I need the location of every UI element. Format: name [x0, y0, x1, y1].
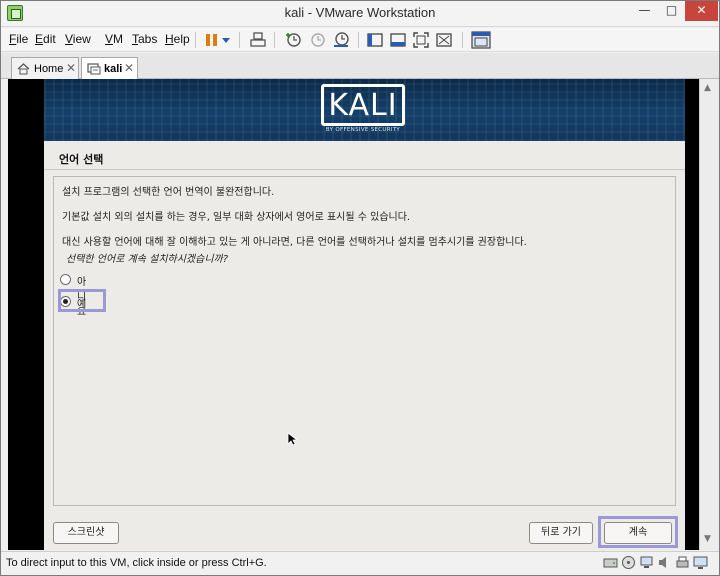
status-bar: To direct input to this VM, click inside… — [1, 551, 719, 575]
kali-logo: KALI BY OFFENSIVE SECURITY — [317, 84, 407, 136]
library-icon[interactable] — [471, 31, 491, 49]
close-button[interactable]: ✕ — [685, 1, 718, 21]
snapshot-icon[interactable] — [284, 31, 302, 49]
maximize-button[interactable]: □ — [658, 1, 685, 21]
status-text: To direct input to this VM, click inside… — [6, 557, 267, 569]
tab-kali-close-icon[interactable]: ✕ — [124, 61, 134, 75]
selection-highlight-box — [58, 289, 106, 312]
back-button[interactable]: 뒤로 가기 — [529, 522, 593, 544]
menu-file[interactable]: File — [9, 32, 28, 46]
kali-banner: KALI BY OFFENSIVE SECURITY — [44, 79, 685, 141]
display-icon[interactable] — [693, 555, 708, 570]
menu-vm[interactable]: VM — [105, 32, 123, 46]
tab-kali[interactable]: kali ✕ — [81, 57, 138, 80]
cd-drive-icon[interactable] — [621, 555, 636, 570]
tab-home-close-icon[interactable]: ✕ — [66, 61, 76, 75]
info-line-2: 기본값 설치 외의 설치를 하는 경우, 일부 대화 상자에서 영어로 표시될 … — [62, 212, 411, 223]
minimize-button[interactable]: — — [631, 1, 658, 21]
menu-toolbar: File Edit View VM Tabs Help — [1, 28, 719, 52]
unity-icon[interactable] — [389, 31, 407, 49]
snapshot-manager-icon[interactable] — [332, 31, 350, 49]
installer-screen: KALI BY OFFENSIVE SECURITY 언어 선택 설치 프로그램… — [44, 79, 685, 550]
tab-home[interactable]: Home ✕ — [11, 57, 79, 79]
screenshot-button[interactable]: 스크린샷 — [53, 522, 119, 544]
menu-tabs[interactable]: Tabs — [132, 32, 157, 46]
scroll-down-icon[interactable]: ▼ — [704, 534, 711, 544]
scroll-up-icon[interactable]: ▲ — [704, 83, 711, 93]
revert-snapshot-icon[interactable] — [308, 31, 326, 49]
kali-logo-text: KALI — [321, 84, 405, 126]
full-screen-icon[interactable] — [412, 31, 430, 49]
vertical-scrollbar[interactable]: ▲ ▼ — [699, 79, 719, 550]
toolbar-separator — [239, 32, 240, 48]
info-line-3: 대신 사용할 언어에 대해 잘 이해하고 있는 게 아니라면, 다른 언어를 선… — [62, 237, 527, 248]
window-title: kali - VMware Workstation — [284, 5, 436, 20]
home-icon — [17, 63, 30, 75]
toolbar-separator — [195, 32, 196, 48]
info-line-1: 설치 프로그램의 선택한 언어 번역이 불완전합니다. — [62, 187, 275, 198]
content-panel: 설치 프로그램의 선택한 언어 번역이 불완전합니다. 기본값 설치 외의 설치… — [53, 176, 676, 506]
continue-highlight-box — [598, 516, 678, 548]
toolbar-separator — [358, 32, 359, 48]
page-title: 언어 선택 — [59, 153, 104, 166]
kali-logo-subtext: BY OFFENSIVE SECURITY — [325, 127, 401, 133]
toolbar-separator — [274, 32, 275, 48]
vmware-window: kali - VMware Workstation — □ ✕ File Edi… — [0, 0, 720, 576]
printer-icon[interactable] — [675, 555, 690, 570]
tab-home-label: Home — [34, 63, 64, 75]
tab-kali-label: kali — [104, 63, 123, 75]
pause-icon[interactable] — [203, 31, 221, 49]
title-bar: kali - VMware Workstation — □ ✕ — [1, 1, 719, 27]
vm-icon — [87, 63, 101, 75]
radio-button[interactable] — [60, 274, 71, 285]
menu-edit[interactable]: Edit — [35, 32, 56, 46]
divider — [44, 169, 685, 170]
send-ctrl-alt-del-icon[interactable] — [249, 31, 267, 49]
network-icon[interactable] — [639, 555, 654, 570]
toolbar-separator — [462, 32, 463, 48]
console-view-icon[interactable] — [366, 31, 384, 49]
hard-disk-icon[interactable] — [603, 555, 618, 570]
menu-help[interactable]: Help — [165, 32, 190, 46]
tab-strip: Home ✕ kali ✕ — [1, 53, 719, 80]
sound-icon[interactable] — [657, 555, 672, 570]
question-text: 선택한 언어로 계속 설치하시겠습니까? — [66, 254, 229, 265]
mouse-cursor-icon — [287, 432, 297, 446]
dropdown-arrow-icon[interactable] — [220, 31, 232, 49]
vm-display[interactable]: KALI BY OFFENSIVE SECURITY 언어 선택 설치 프로그램… — [8, 79, 699, 550]
menu-view[interactable]: View — [65, 32, 91, 46]
fit-guest-icon[interactable] — [435, 31, 453, 49]
